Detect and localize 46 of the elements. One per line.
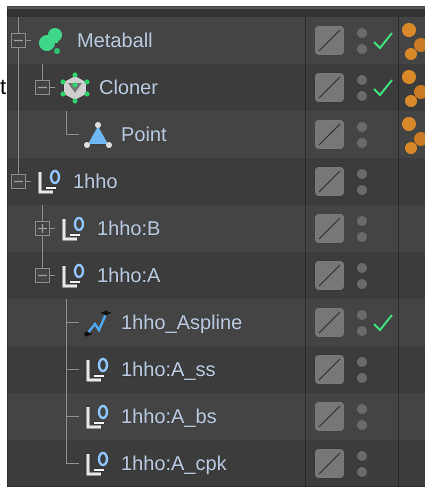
triangle-icon bbox=[83, 120, 113, 148]
expand-toggle[interactable] bbox=[35, 80, 50, 95]
layer-square-icon[interactable] bbox=[315, 120, 344, 149]
check-icon[interactable] bbox=[372, 312, 394, 332]
layer-square-icon[interactable] bbox=[315, 261, 344, 290]
expand-toggle[interactable] bbox=[11, 33, 26, 48]
object-name[interactable]: 1hho:A_bs bbox=[121, 402, 217, 432]
tree-row[interactable]: 1hho_Aspline bbox=[7, 299, 425, 346]
object-name[interactable]: Metaball bbox=[77, 26, 153, 56]
tree-row[interactable]: Point bbox=[7, 111, 425, 158]
object-name[interactable]: 1hho bbox=[73, 166, 118, 196]
spline-icon bbox=[83, 308, 113, 338]
object-name[interactable]: 1hho:A bbox=[97, 260, 160, 290]
layer-square-icon[interactable] bbox=[315, 26, 344, 55]
layer-square-icon[interactable] bbox=[315, 355, 344, 384]
object-name[interactable]: 1hho:A_cpk bbox=[121, 448, 227, 478]
material-tag-icon[interactable] bbox=[399, 68, 425, 108]
tree-row[interactable]: Cloner bbox=[7, 64, 425, 111]
material-tag-icon[interactable] bbox=[399, 114, 425, 154]
layer-square-icon[interactable] bbox=[315, 449, 344, 478]
object-name[interactable]: Cloner bbox=[99, 72, 158, 102]
object-name[interactable]: 1hho:B bbox=[97, 214, 160, 244]
layer-square-icon[interactable] bbox=[315, 402, 344, 431]
layer-square-icon[interactable] bbox=[315, 214, 344, 243]
object-name[interactable]: 1hho:A_ss bbox=[121, 354, 216, 384]
layer-square-icon[interactable] bbox=[315, 73, 344, 102]
expand-toggle[interactable] bbox=[35, 221, 50, 236]
hexagon-icon bbox=[59, 72, 91, 104]
tree-row[interactable]: 1hho:A bbox=[7, 252, 425, 299]
cut-off-text: t bbox=[0, 73, 7, 101]
check-icon[interactable] bbox=[372, 30, 394, 50]
tree-row[interactable]: 1hho:B bbox=[7, 205, 425, 252]
tree-row[interactable]: 1hho:A_bs bbox=[7, 393, 425, 440]
object-name[interactable]: 1hho_Aspline bbox=[121, 308, 242, 338]
object-name[interactable]: Point bbox=[121, 120, 167, 150]
material-tag-icon[interactable] bbox=[399, 20, 425, 60]
tree-row[interactable]: 1hho:A_ss bbox=[7, 346, 425, 393]
check-icon[interactable] bbox=[372, 78, 394, 98]
layer-square-icon[interactable] bbox=[315, 308, 344, 337]
expand-toggle[interactable] bbox=[35, 268, 50, 283]
expand-toggle[interactable] bbox=[11, 174, 26, 189]
tree-row[interactable]: Metaball bbox=[7, 17, 425, 64]
plus-icon bbox=[38, 224, 47, 233]
tree-row[interactable]: 1hho bbox=[7, 158, 425, 205]
tree-row[interactable]: 1hho:A_cpk bbox=[7, 440, 425, 487]
layer-square-icon[interactable] bbox=[315, 167, 344, 196]
